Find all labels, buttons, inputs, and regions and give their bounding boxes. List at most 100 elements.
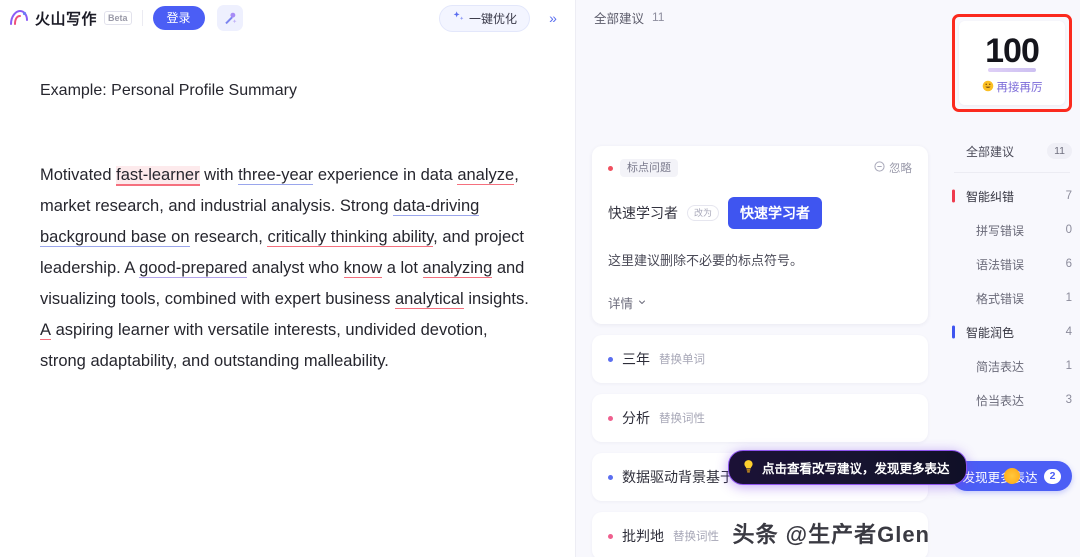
document-text: analyst who: [247, 259, 344, 277]
document-text: experience in data: [313, 166, 458, 184]
document-flagged-text[interactable]: critically thinking ability: [267, 228, 434, 247]
category-count: 1: [1065, 360, 1072, 372]
score-value-wrap: 100: [959, 32, 1065, 72]
document-editor[interactable]: Example: Personal Profile Summary Motiva…: [0, 36, 576, 557]
change-to-pill: 改为: [687, 205, 720, 221]
category-label: 拼写错误: [976, 223, 1025, 238]
document-flagged-text[interactable]: analyzing: [422, 259, 493, 278]
category-row[interactable]: 恰当表达 3: [952, 383, 1072, 417]
beta-tag: Beta: [104, 11, 132, 25]
suggestion-type-label: 标点问题: [620, 159, 678, 177]
category-label: 智能润色: [966, 325, 1015, 340]
suggestion-row[interactable]: 分析 替换词性: [592, 394, 928, 442]
one-click-optimize-button[interactable]: 一键优化: [438, 4, 530, 32]
app-root: 火山写作 Beta 登录 一键优化 » Example: Personal Pr…: [0, 0, 1080, 557]
suggestions-header: 全部建议 11: [576, 0, 944, 34]
document-flagged-text[interactable]: know: [343, 259, 383, 278]
suggestion-card-header: 标点问题 忽略: [608, 159, 912, 177]
brand-name: 火山写作: [35, 10, 98, 28]
suggestion-row-word: 分析: [622, 410, 650, 426]
rewrite-hint-tooltip: 点击查看改写建议，发现更多表达: [728, 450, 967, 485]
watermark: 头条 @生产者Glen: [732, 522, 930, 547]
document-text: research,: [189, 228, 268, 246]
document-title: Example: Personal Profile Summary: [40, 82, 297, 99]
detail-expander[interactable]: 详情: [608, 293, 912, 312]
category-all-label: 全部建议: [966, 144, 1015, 159]
document-flagged-text[interactable]: fast-learner: [116, 166, 200, 186]
score-value: 100: [985, 32, 1040, 72]
sun-glow-icon: [1004, 468, 1020, 484]
top-toolbar: 火山写作 Beta 登录 一键优化 »: [0, 0, 576, 36]
discover-more-badge: 2: [1043, 468, 1062, 484]
lightbulb-icon: [742, 459, 755, 477]
document-text: insights.: [463, 290, 529, 308]
discover-more-button[interactable]: 发现更多表达 2: [952, 461, 1072, 491]
category-count: 1: [1065, 292, 1072, 304]
document-flagged-text[interactable]: analytical: [394, 290, 464, 309]
category-row[interactable]: 格式错误 1: [952, 281, 1072, 315]
category-row[interactable]: 智能纠错 7: [952, 179, 1072, 213]
suggestion-row-dot-icon: [608, 356, 613, 362]
category-row[interactable]: 智能润色 4: [952, 315, 1072, 349]
category-label: 简洁表达: [976, 359, 1025, 374]
category-all-count: 11: [1047, 143, 1072, 159]
category-count: 4: [1065, 326, 1072, 338]
volcano-logo-icon: [8, 7, 30, 29]
toolbar-right-group: 一键优化 »: [438, 4, 566, 32]
suggestion-row-word: 三年: [622, 351, 650, 367]
category-label: 恰当表达: [976, 393, 1025, 408]
document-text: a lot: [382, 259, 423, 277]
apply-replacement-button[interactable]: 快速学习者: [728, 197, 823, 229]
suggestion-card[interactable]: 标点问题 忽略 快速学习者 改为 快速学习者 这里建议删除不必要的标点符号。 详…: [592, 146, 928, 324]
magic-wand-icon[interactable]: [216, 5, 243, 31]
category-count: 0: [1065, 224, 1072, 236]
document-flagged-text[interactable]: good-prepared: [139, 259, 248, 278]
category-count: 7: [1065, 190, 1072, 202]
document-text: with: [199, 166, 239, 184]
suggestion-type-dot-icon: [608, 165, 613, 171]
category-row[interactable]: 简洁表达 1: [952, 349, 1072, 383]
category-label: 智能纠错: [966, 189, 1015, 204]
score-caption: 再接再厉: [959, 79, 1065, 95]
replacement-row: 快速学习者 改为 快速学习者: [608, 197, 912, 229]
document-body[interactable]: Motivated fast-learner with three-year e…: [40, 160, 536, 377]
document-flagged-text[interactable]: A: [40, 321, 52, 340]
suggestion-row[interactable]: 三年 替换单词: [592, 335, 928, 383]
suggestion-row-word: 批判地: [622, 528, 664, 544]
detail-label: 详情: [608, 297, 634, 311]
suggestion-row-word: 数据驱动背景基于: [622, 469, 734, 485]
discover-more-label: 发现更多表达: [962, 470, 1038, 485]
category-row[interactable]: 语法错误 6: [952, 247, 1072, 281]
score-caption-text: 再接再厉: [996, 82, 1043, 94]
category-list: 全部建议 11 智能纠错 7 拼写错误 0 语法错误 6 格式错误 1 智能润色 4 简洁表达 1 恰当…: [952, 134, 1072, 417]
category-all-suggestions[interactable]: 全部建议 11: [952, 134, 1072, 168]
document-text: aspiring learner with versatile interest…: [40, 321, 488, 370]
score-card: 100 再接再厉: [959, 21, 1065, 105]
suggestion-row-dot-icon: [608, 533, 613, 539]
document-flagged-text[interactable]: three-year: [238, 166, 314, 185]
category-divider: [954, 172, 1070, 173]
chevron-double-right-icon[interactable]: »: [540, 5, 566, 31]
brand[interactable]: 火山写作 Beta: [8, 7, 132, 29]
ignore-label: 忽略: [889, 163, 912, 175]
suggestions-column: 全部建议 11 标点问题 忽略 快速学习者 改为 快速学习者 这里建议删除不必要…: [576, 0, 967, 557]
category-row[interactable]: 拼写错误 0: [952, 213, 1072, 247]
category-label: 格式错误: [976, 291, 1025, 306]
category-accent-bar: [952, 189, 955, 203]
category-label: 语法错误: [976, 257, 1025, 272]
login-button[interactable]: 登录: [152, 6, 205, 30]
category-count: 3: [1065, 394, 1072, 406]
suggestion-row-dot-icon: [608, 415, 613, 421]
grin-face-icon: [982, 80, 994, 95]
suggestion-explanation: 这里建议删除不必要的标点符号。: [608, 253, 804, 268]
ignore-button[interactable]: 忽略: [874, 160, 912, 176]
original-text: 快速学习者: [608, 205, 678, 221]
document-flagged-text[interactable]: analyze: [457, 166, 515, 185]
category-count: 6: [1065, 258, 1072, 270]
suggestions-header-count: 11: [652, 10, 665, 24]
suggestion-row-kind: 替换词性: [659, 413, 705, 425]
suggestion-row-dot-icon: [608, 474, 613, 480]
one-click-optimize-label: 一键优化: [468, 11, 517, 26]
minus-circle-icon: [874, 161, 885, 175]
rewrite-hint-text: 点击查看改写建议，发现更多表达: [762, 462, 950, 476]
